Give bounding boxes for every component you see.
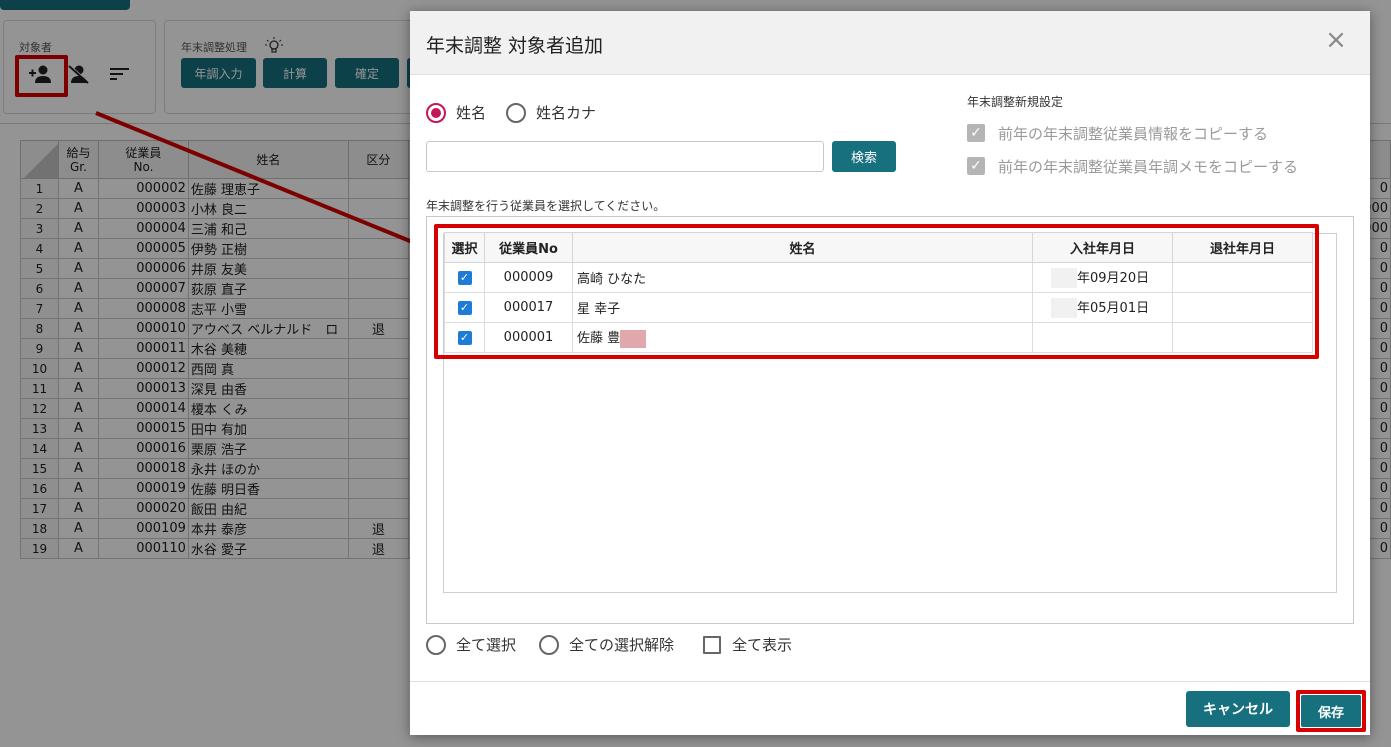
copy-memo-checkbox: ✓ [967,157,985,175]
search-button[interactable]: 検索 [832,141,896,172]
add-target-dialog: 年末調整 対象者追加 × 姓名 姓名カナ 年末調整新規設定 ✓ 前年の年末調整従… [410,11,1370,735]
dialog-title: 年末調整 対象者追加 [426,35,604,57]
dialog-header: 年末調整 対象者追加 × [410,11,1370,75]
deselect-all-label[interactable]: 全ての選択解除 [569,634,674,655]
radio-kana[interactable] [506,103,526,123]
radio-name-label[interactable]: 姓名 [456,102,486,123]
copy-memo-label: 前年の年末調整従業員年調メモをコピーする [998,158,1299,176]
close-icon[interactable]: × [1324,27,1348,53]
select-all-label[interactable]: 全て選択 [456,634,516,655]
copy-info-label: 前年の年末調整従業員情報をコピーする [998,125,1269,143]
deselect-all-radio[interactable] [539,635,559,655]
cancel-button[interactable]: キャンセル [1186,691,1290,727]
settings-title: 年末調整新規設定 [967,95,1064,109]
select-all-radio[interactable] [426,635,446,655]
copy-info-checkbox: ✓ [967,124,985,142]
show-all-checkbox[interactable] [703,636,721,654]
selected-rows-highlight [434,224,1319,359]
radio-kana-label[interactable]: 姓名カナ [536,102,596,123]
search-input[interactable] [426,141,824,172]
instruction-text: 年末調整を行う従業員を選択してください。 [426,199,666,213]
save-button[interactable]: 保存 [1301,695,1361,727]
show-all-label[interactable]: 全て表示 [732,634,792,655]
footer-divider [410,681,1370,682]
radio-name[interactable] [426,103,446,123]
